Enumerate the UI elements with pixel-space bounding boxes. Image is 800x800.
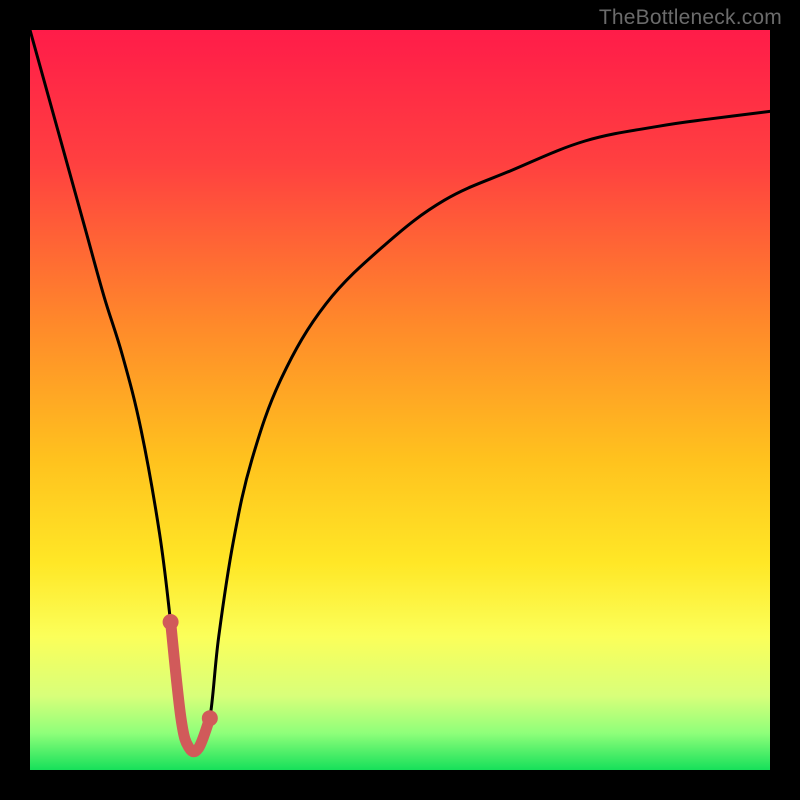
highlight-endpoint-dot [163, 614, 179, 630]
plot-area [30, 30, 770, 770]
chart-frame: TheBottleneck.com [0, 0, 800, 800]
bottleneck-curve [30, 30, 770, 752]
optimal-range-highlight [171, 622, 210, 752]
highlight-endpoint-dot [202, 710, 218, 726]
watermark-text: TheBottleneck.com [599, 6, 782, 30]
plot-svg [30, 30, 770, 770]
